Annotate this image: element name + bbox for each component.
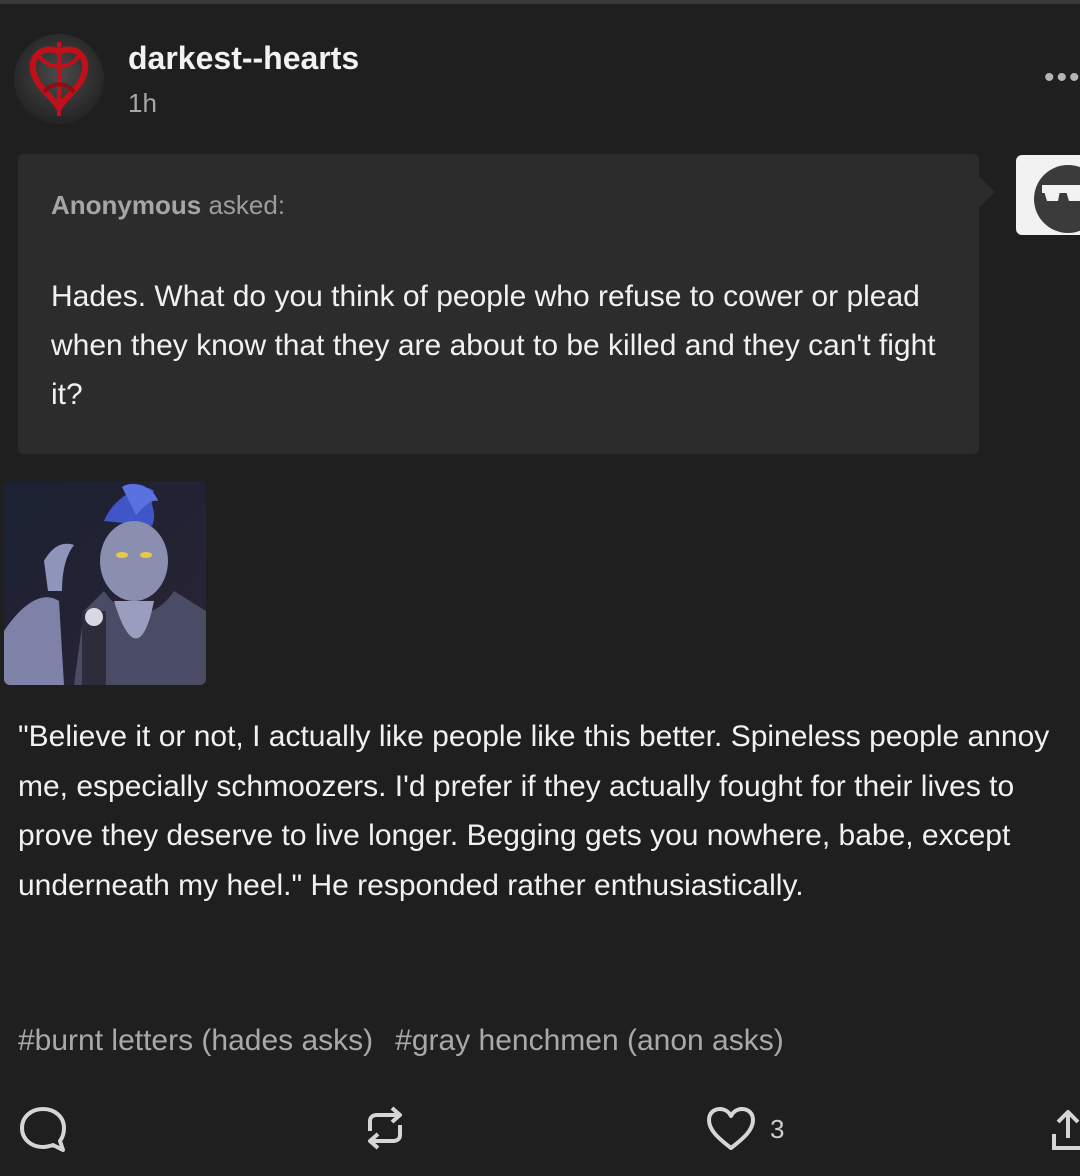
reblog-button[interactable] [360, 1103, 410, 1158]
post-timestamp: 1h [128, 88, 157, 118]
sunglasses-face-icon [1034, 165, 1080, 233]
answer-text: "Believe it or not, I actually like peop… [18, 720, 1050, 902]
share-button[interactable] [1050, 1104, 1080, 1159]
ask-box: Anonymous asked: Hades. What do you thin… [18, 154, 995, 454]
asker-name: Anonymous [51, 190, 202, 220]
heartless-emblem-icon [29, 42, 89, 116]
ellipsis-icon[interactable]: ••• [1044, 63, 1080, 93]
heart-icon [707, 1107, 755, 1150]
reply-button[interactable] [18, 1105, 68, 1160]
hades-gif[interactable] [4, 481, 206, 685]
blog-avatar[interactable] [14, 34, 104, 124]
tag-list: #burnt letters (hades asks) #gray henchme… [18, 1024, 806, 1058]
tag-link[interactable]: #gray henchmen (anon asks) [395, 1024, 784, 1057]
tag-link[interactable]: #burnt letters (hades asks) [18, 1024, 373, 1057]
hades-image [4, 481, 206, 685]
like-count: 3 [770, 1114, 785, 1144]
blog-username[interactable]: darkest--hearts [128, 40, 359, 77]
ask-question: Hades. What do you think of people who r… [51, 280, 936, 411]
share-icon [1052, 1110, 1080, 1150]
like-button[interactable] [706, 1106, 756, 1157]
reblog-icon [368, 1106, 402, 1150]
asker-suffix: asked: [201, 190, 286, 220]
anonymous-avatar [1016, 155, 1080, 235]
speech-bubble-icon [20, 1107, 66, 1152]
asker-line: Anonymous asked: [51, 190, 285, 221]
top-divider [0, 0, 1080, 4]
